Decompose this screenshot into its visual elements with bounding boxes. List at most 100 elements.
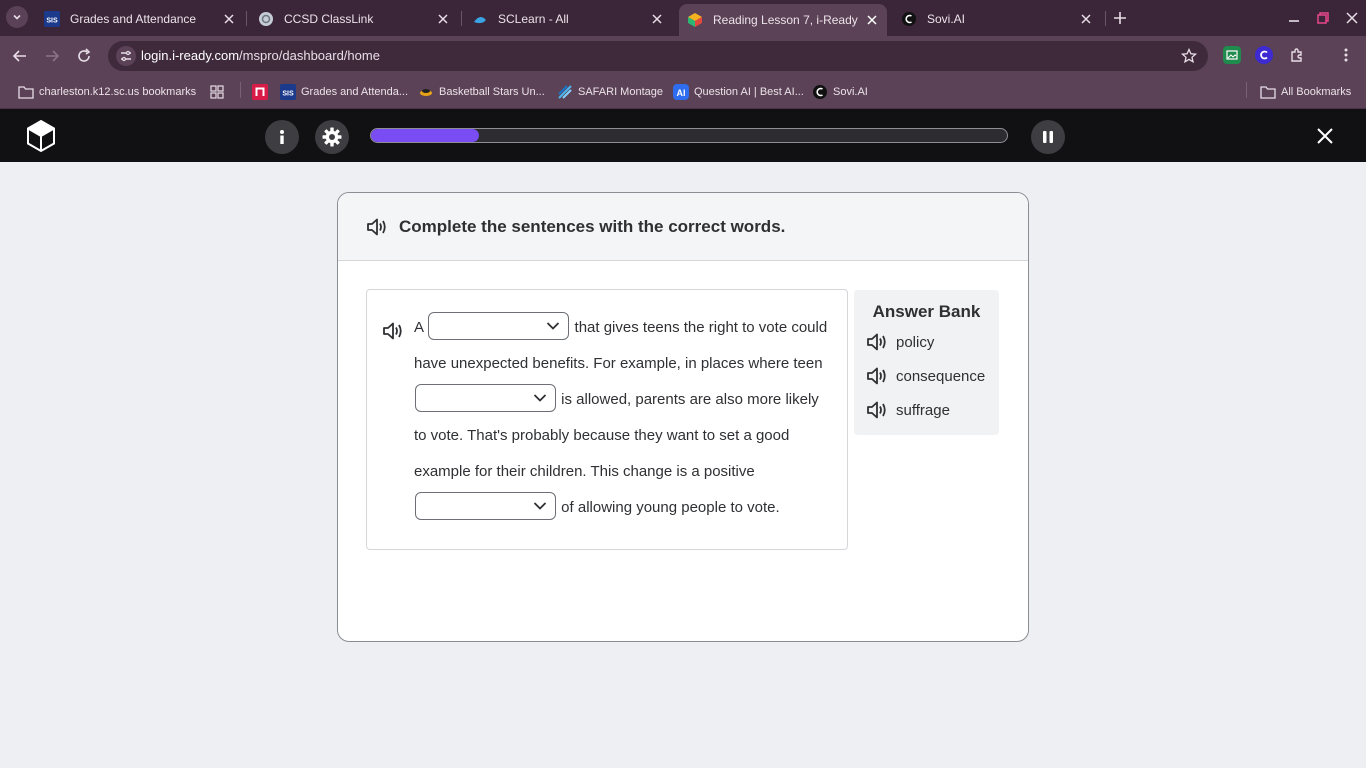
bookmark-star-icon[interactable] — [1180, 47, 1198, 65]
bookmark-grades-attendance[interactable]: SIS Grades and Attenda... — [280, 82, 408, 102]
speaker-icon[interactable] — [366, 217, 388, 237]
pause-icon — [1043, 131, 1053, 143]
answer-word-label: consequence — [896, 367, 986, 385]
tab-title: Grades and Attendance — [70, 11, 197, 26]
bookmark-label: Basketball Stars Un... — [439, 86, 545, 98]
bookmark-question-ai[interactable]: AI Question AI | Best AI... — [673, 82, 804, 102]
bookmark-safari-montage[interactable]: SAFARI Montage — [557, 82, 663, 102]
sovi-icon — [901, 11, 917, 27]
speaker-icon[interactable] — [866, 366, 888, 386]
bookmarks-bar: charleston.k12.sc.us bookmarks SIS Grade… — [0, 76, 1366, 109]
close-icon[interactable] — [863, 11, 881, 29]
forward-arrow-icon[interactable] — [40, 44, 64, 68]
answer-word-label: suffrage — [896, 401, 950, 419]
tab-title: Sovi.AI — [927, 11, 966, 26]
classlink-icon — [258, 11, 274, 27]
minimize-icon[interactable] — [1284, 8, 1304, 28]
bookmark-n-app[interactable] — [252, 82, 273, 102]
passage-segment: A — [414, 319, 424, 336]
speaker-icon[interactable] — [866, 400, 888, 420]
answer-word-policy[interactable]: policy — [866, 330, 934, 354]
browser-tabstrip: SIS Grades and Attendance CCSD ClassLink… — [0, 0, 1366, 36]
tab-ccsd-classlink[interactable]: CCSD ClassLink — [250, 5, 458, 32]
tab-title: SCLearn - All — [498, 11, 569, 26]
sclearn-icon — [472, 11, 488, 27]
blank-dropdown-2[interactable] — [415, 384, 556, 413]
bookmark-sovi-ai[interactable]: Sovi.AI — [812, 82, 868, 102]
close-icon[interactable] — [1077, 10, 1095, 28]
folder-icon — [18, 84, 34, 100]
question-header: Complete the sentences with the correct … — [338, 193, 1028, 261]
ai-icon: AI — [673, 84, 689, 100]
info-button[interactable] — [265, 120, 299, 154]
sis-icon: SIS — [280, 84, 296, 100]
photo-extension-icon[interactable] — [1223, 46, 1241, 64]
close-icon[interactable] — [434, 10, 452, 28]
tab-title: Reading Lesson 7, i-Ready — [713, 13, 858, 27]
close-icon[interactable] — [220, 10, 238, 28]
pause-button[interactable] — [1031, 120, 1065, 154]
close-lesson-button[interactable] — [1314, 125, 1336, 147]
bookmark-label: SAFARI Montage — [578, 86, 663, 98]
new-tab-plus-icon[interactable] — [1110, 8, 1130, 28]
iready-logo-icon — [27, 119, 55, 153]
browser-toolbar: login.i-ready.com/mspro/dashboard/home — [0, 36, 1366, 76]
back-arrow-icon[interactable] — [8, 44, 32, 68]
url-host: login.i-ready.com — [141, 48, 240, 63]
blank-dropdown-3[interactable] — [415, 492, 556, 521]
address-bar[interactable]: login.i-ready.com/mspro/dashboard/home — [108, 41, 1208, 71]
passage-segment: of allowing young people to vote. — [561, 499, 780, 516]
tab-grades-attendance[interactable]: SIS Grades and Attendance — [36, 5, 244, 32]
tab-search-chevron-icon[interactable] — [6, 6, 28, 28]
info-icon — [280, 130, 284, 144]
basketball-icon — [418, 84, 434, 100]
close-window-icon[interactable] — [1342, 8, 1362, 28]
gear-icon — [322, 127, 342, 147]
instruction-text: Complete the sentences with the correct … — [399, 217, 786, 236]
close-icon[interactable] — [648, 10, 666, 28]
blank-dropdown-1[interactable] — [428, 312, 570, 341]
c-extension-icon[interactable] — [1255, 46, 1273, 64]
bookmark-label: Grades and Attenda... — [301, 86, 409, 98]
speaker-icon[interactable] — [382, 321, 404, 341]
url-text: login.i-ready.com/mspro/dashboard/home — [141, 48, 380, 63]
bookmark-basketball-stars[interactable]: Basketball Stars Un... — [418, 82, 545, 102]
lesson-header-bar — [0, 109, 1366, 162]
bookmark-label: Question AI | Best AI... — [694, 86, 804, 98]
menu-dots-icon[interactable] — [1337, 46, 1355, 64]
lesson-progress-fill — [371, 129, 480, 142]
reload-icon[interactable] — [72, 44, 96, 68]
question-card: Complete the sentences with the correct … — [337, 192, 1029, 642]
tab-title: CCSD ClassLink — [284, 11, 374, 26]
all-bookmarks-label: All Bookmarks — [1281, 86, 1352, 98]
bookmark-label: Sovi.AI — [833, 86, 868, 98]
chevron-down-icon — [547, 322, 560, 330]
answer-word-consequence[interactable]: consequence — [866, 364, 985, 388]
puzzle-icon[interactable] — [1288, 46, 1306, 64]
bookmark-folder-charleston[interactable]: charleston.k12.sc.us bookmarks — [18, 82, 196, 102]
tab-sclearn[interactable]: SCLearn - All — [464, 5, 672, 32]
safari-montage-icon — [557, 84, 573, 100]
chevron-down-icon — [533, 394, 547, 402]
svg-text:AI: AI — [677, 88, 686, 98]
apps-grid-button[interactable] — [209, 82, 230, 102]
restore-window-icon[interactable] — [1313, 8, 1333, 28]
iready-cube-icon — [687, 12, 703, 28]
speaker-icon[interactable] — [866, 332, 888, 352]
sis-icon: SIS — [44, 10, 60, 27]
close-icon — [1317, 128, 1333, 144]
site-settings-icon[interactable] — [116, 46, 136, 66]
answer-word-suffrage[interactable]: suffrage — [866, 398, 950, 422]
answer-word-label: policy — [896, 333, 935, 351]
answer-bank-title: Answer Bank — [872, 302, 981, 321]
answer-bank: Answer Bank policy consequence suffrage — [854, 290, 999, 435]
settings-button[interactable] — [315, 120, 349, 154]
chevron-down-icon — [533, 502, 547, 510]
tab-reading-lesson-iready[interactable]: Reading Lesson 7, i-Ready — [679, 4, 887, 36]
folder-icon — [1260, 84, 1276, 100]
all-bookmarks-folder[interactable]: All Bookmarks — [1260, 82, 1351, 102]
passage-box: A that gives teens the right to vote cou… — [366, 289, 848, 550]
sovi-icon — [812, 84, 828, 100]
tab-sovi-ai[interactable]: Sovi.AI — [893, 5, 1101, 32]
bookmark-label: charleston.k12.sc.us bookmarks — [39, 86, 197, 98]
